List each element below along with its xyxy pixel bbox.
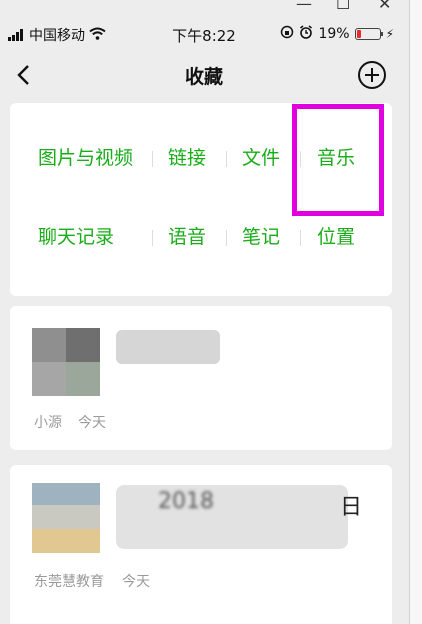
- navigation-bar: 收藏: [0, 52, 408, 100]
- item-title-blurred: [116, 485, 348, 549]
- category-links[interactable]: 链接: [168, 143, 206, 170]
- status-right: 19% ⚡: [280, 25, 394, 43]
- item-source: 小源: [34, 415, 62, 431]
- item-thumbnail: [32, 328, 100, 396]
- divider: [152, 151, 153, 167]
- divider: [152, 230, 153, 246]
- divider: [226, 230, 227, 246]
- item-title-tail: 日: [340, 495, 363, 520]
- category-chat-history[interactable]: 聊天记录: [38, 222, 114, 249]
- favorite-item[interactable]: 小源 今天: [10, 306, 392, 450]
- battery-percent: 19%: [318, 26, 350, 42]
- alarm-icon: [299, 25, 313, 43]
- orientation-lock-icon: [280, 25, 294, 43]
- favorite-item[interactable]: 2018 日 东莞慧教育 今天: [10, 465, 392, 624]
- minimize-button[interactable]: —: [296, 0, 312, 13]
- item-source: 东莞慧教育: [34, 574, 104, 590]
- add-button[interactable]: [358, 61, 386, 89]
- item-date: 今天: [78, 415, 106, 431]
- window-title-bar: — ☐ ✕: [0, 0, 422, 13]
- status-bar: 中国移动 下午8:22 19% ⚡: [0, 16, 408, 52]
- maximize-button[interactable]: ☐: [336, 0, 350, 13]
- category-notes[interactable]: 笔记: [242, 222, 280, 249]
- category-location[interactable]: 位置: [317, 222, 355, 249]
- page-title: 收藏: [184, 66, 223, 88]
- close-button[interactable]: ✕: [378, 0, 391, 13]
- category-row-2: 聊天记录 语音 笔记 位置: [10, 222, 392, 252]
- annotation-highlight-box: [292, 104, 384, 216]
- item-thumbnail: [32, 483, 100, 553]
- item-title-blurred: [116, 330, 220, 364]
- item-title-fragment: 2018: [158, 489, 214, 514]
- category-voice[interactable]: 语音: [168, 222, 206, 249]
- item-date: 今天: [122, 574, 150, 590]
- category-files[interactable]: 文件: [242, 143, 280, 170]
- battery-icon: [354, 28, 383, 40]
- charging-icon: ⚡: [385, 27, 394, 41]
- divider: [226, 151, 227, 167]
- category-images-videos[interactable]: 图片与视频: [38, 143, 133, 170]
- right-edge-panel: [409, 0, 422, 624]
- divider: [300, 230, 301, 246]
